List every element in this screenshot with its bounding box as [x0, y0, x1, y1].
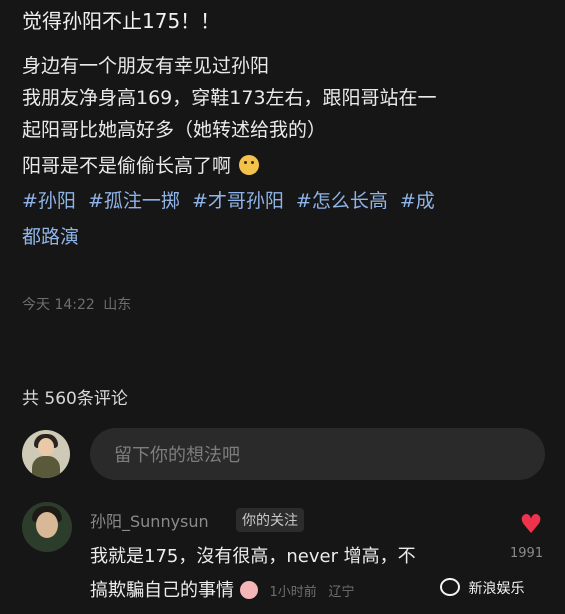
comment-text: 我就是175，沒有很高，never 增高，不 搞欺騙自己的事情 1小时前 辽宁 [90, 540, 500, 610]
like-button[interactable]: ♥ 1991 [510, 510, 548, 561]
watermark: 新浪娱乐 [440, 578, 524, 598]
hashtag-row-cont: 都路演 [22, 220, 552, 254]
post-line-with-emoji: 阳哥是不是偷偷长高了啊 [22, 150, 552, 182]
hashtag-link[interactable]: #孤注一掷 [88, 190, 180, 212]
hashtag-link[interactable]: #才哥孙阳 [192, 190, 284, 212]
face-icon [239, 155, 260, 175]
watermark-text: 新浪娱乐 [468, 581, 525, 597]
my-avatar [22, 430, 70, 478]
comment-line-with-meta: 搞欺騙自己的事情 1小时前 辽宁 [90, 574, 500, 610]
post-line: 阳哥是不是偷偷长高了啊 [22, 155, 232, 177]
hashtag-link-cont[interactable]: 都路演 [22, 226, 79, 248]
hashtag-row: #孙阳 #孤注一掷 #才哥孙阳 #怎么长高 #成 [22, 184, 552, 218]
commenter-avatar[interactable] [22, 502, 72, 552]
comment-line: 搞欺騙自己的事情 [90, 580, 234, 601]
hashtag-link[interactable]: #孙阳 [22, 190, 76, 212]
hashtag-link[interactable]: #怎么长高 [296, 190, 388, 212]
post-meta: 今天 14:22 山东 [22, 294, 135, 314]
post-location: 山东 [103, 297, 132, 313]
post-time: 今天 14:22 [22, 297, 95, 313]
face-icon [239, 581, 258, 599]
post-title: 觉得孙阳不止175！！ [22, 9, 221, 33]
comment-input[interactable]: 留下你的想法吧 [90, 428, 545, 480]
comment-time: 1小时前 [269, 585, 317, 600]
following-badge: 你的关注 [236, 508, 304, 532]
comment-line: 我就是175，沒有很高，never 增高，不 [90, 546, 416, 567]
comment-location: 辽宁 [328, 585, 355, 600]
comment-count: 共 560条评论 [22, 389, 128, 409]
post-line: 身边有一个朋友有幸见过孙阳 [22, 55, 270, 77]
like-count: 1991 [510, 546, 544, 561]
weibo-logo-icon [440, 578, 460, 596]
heart-icon[interactable]: ♥ [514, 510, 548, 540]
hashtag-link[interactable]: #成 [400, 190, 435, 212]
commenter-name[interactable]: 孙阳_Sunnysun [90, 508, 209, 532]
post-line: 我朋友净身高169，穿鞋173左右，跟阳哥站在一 [22, 87, 437, 109]
post-line: 起阳哥比她高好多（她转述给我的） [22, 119, 327, 141]
post-body: 觉得孙阳不止175！！ 身边有一个朋友有幸见过孙阳 我朋友净身高169，穿鞋17… [22, 6, 552, 254]
